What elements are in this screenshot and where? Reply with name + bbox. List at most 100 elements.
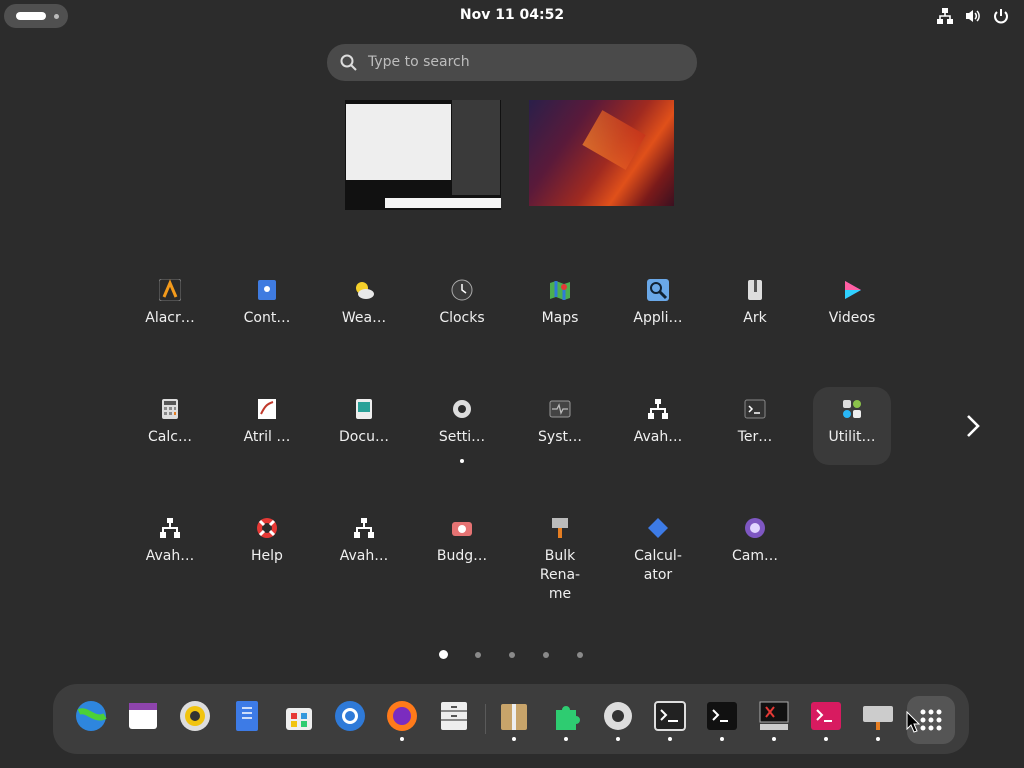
page-dot[interactable] [543,652,549,658]
app-label: Help [251,548,283,564]
app-label: Utilit… [828,429,876,445]
window-preview[interactable] [346,104,451,180]
app-tile[interactable]: Wea… [325,268,403,346]
dock-item[interactable] [498,700,530,741]
system-monitor-icon [549,398,571,420]
page-dot[interactable] [475,652,481,658]
dock [53,684,969,754]
network-icon[interactable] [936,7,954,25]
running-indicator [400,737,404,741]
app-tile[interactable]: Budg… [423,506,501,584]
budgie-screenshot-icon [451,517,473,539]
dock-item[interactable] [386,700,418,741]
app-tile[interactable]: Bulk Rena-me [521,506,599,602]
archive-manager-icon [498,704,530,736]
dock-item[interactable] [75,700,107,732]
alacritty-icon [158,278,182,302]
app-tile[interactable]: Cont… [228,268,306,346]
app-label: Calc… [148,429,192,445]
app-label: Bulk Rena-me [539,548,581,602]
app-tile[interactable]: Videos [813,268,891,346]
terminal-icon [744,398,766,420]
app-tile[interactable]: Help [228,506,306,584]
app-tile[interactable]: Maps [521,268,599,346]
app-label: Cam… [732,548,778,564]
running-indicator [460,459,464,463]
dock-item[interactable] [550,700,582,741]
next-page-arrow[interactable] [960,412,984,440]
dock-item[interactable] [602,700,634,741]
extensions-puzzle-icon [550,706,582,736]
workspace-thumbnail-1[interactable] [345,100,501,210]
app-label: Avah… [145,548,195,564]
app-tile[interactable]: Avah… [325,506,403,584]
app-label: Setti… [438,429,486,445]
xterm-icon [758,701,790,736]
app-label: Appli… [633,310,683,326]
window-preview[interactable] [452,100,500,195]
dock-item[interactable] [438,700,470,732]
dock-item[interactable] [862,700,894,741]
app-label: Budg… [436,548,488,564]
network-icon [353,517,375,539]
rhythmbox-icon [179,701,211,736]
dock-item[interactable] [706,700,738,741]
app-tile[interactable]: Syst… [521,387,599,465]
app-label: Atril … [243,429,291,445]
browser-globe-icon [75,701,107,736]
app-tile[interactable]: Ark [716,268,794,346]
dock-item[interactable] [127,700,159,732]
dock-item[interactable] [179,700,211,732]
app-tile[interactable]: Calcul-ator [619,506,697,584]
app-tile[interactable]: Avah… [619,387,697,465]
app-tile[interactable]: Ter… [716,387,794,465]
app-label: Syst… [538,429,582,445]
clock[interactable]: Nov 11 04:52 [0,7,1024,23]
app-label: Avah… [633,429,683,445]
app-tile[interactable]: Avah… [131,506,209,584]
system-status-area[interactable] [936,7,1010,25]
search-field[interactable]: Type to search [327,44,697,81]
calculator-icon [159,398,181,420]
firefox-icon [386,701,418,736]
app-tile[interactable]: Clocks [423,268,501,346]
help-lifebuoy-icon [256,517,278,539]
dock-item[interactable] [758,700,790,741]
page-dot[interactable] [509,652,515,658]
volume-icon[interactable] [964,7,982,25]
page-dot[interactable] [439,650,448,659]
app-label: Videos [828,310,876,326]
app-tile[interactable]: Calc… [131,387,209,465]
power-icon[interactable] [992,7,1010,25]
dock-separator [485,704,486,734]
page-dot[interactable] [577,652,583,658]
keyboard-icon [862,706,894,736]
top-bar: Nov 11 04:52 [0,0,1024,32]
app-label: Wea… [341,310,387,326]
file-cabinet-icon [438,702,470,736]
dock-item[interactable] [654,700,686,741]
dock-item[interactable] [334,700,366,732]
app-tile[interactable]: Atril … [228,387,306,465]
app-label: Ter… [737,429,773,445]
search-icon [339,53,359,73]
dock-item[interactable] [231,700,263,732]
workspace-thumbnail-2[interactable] [529,100,674,206]
dock-item[interactable] [810,700,842,741]
app-tile[interactable]: Docu… [325,387,403,465]
app-tile[interactable]: Utilit… [813,387,891,465]
bulk-rename-icon [549,517,571,539]
dock-item[interactable] [283,700,315,732]
app-tile[interactable]: Cam… [716,506,794,584]
calculator-diamond-icon [647,517,669,539]
running-indicator [772,737,776,741]
app-tile[interactable]: Setti… [423,387,501,465]
app-tile[interactable]: Appli… [619,268,697,346]
running-indicator [564,737,568,741]
app-tile[interactable]: Alacr… [131,268,209,346]
settings-gear-icon [451,398,473,420]
document-viewer-icon [353,398,375,420]
network-icon [647,398,669,420]
clocks-icon [451,279,473,301]
network-icon [159,517,181,539]
